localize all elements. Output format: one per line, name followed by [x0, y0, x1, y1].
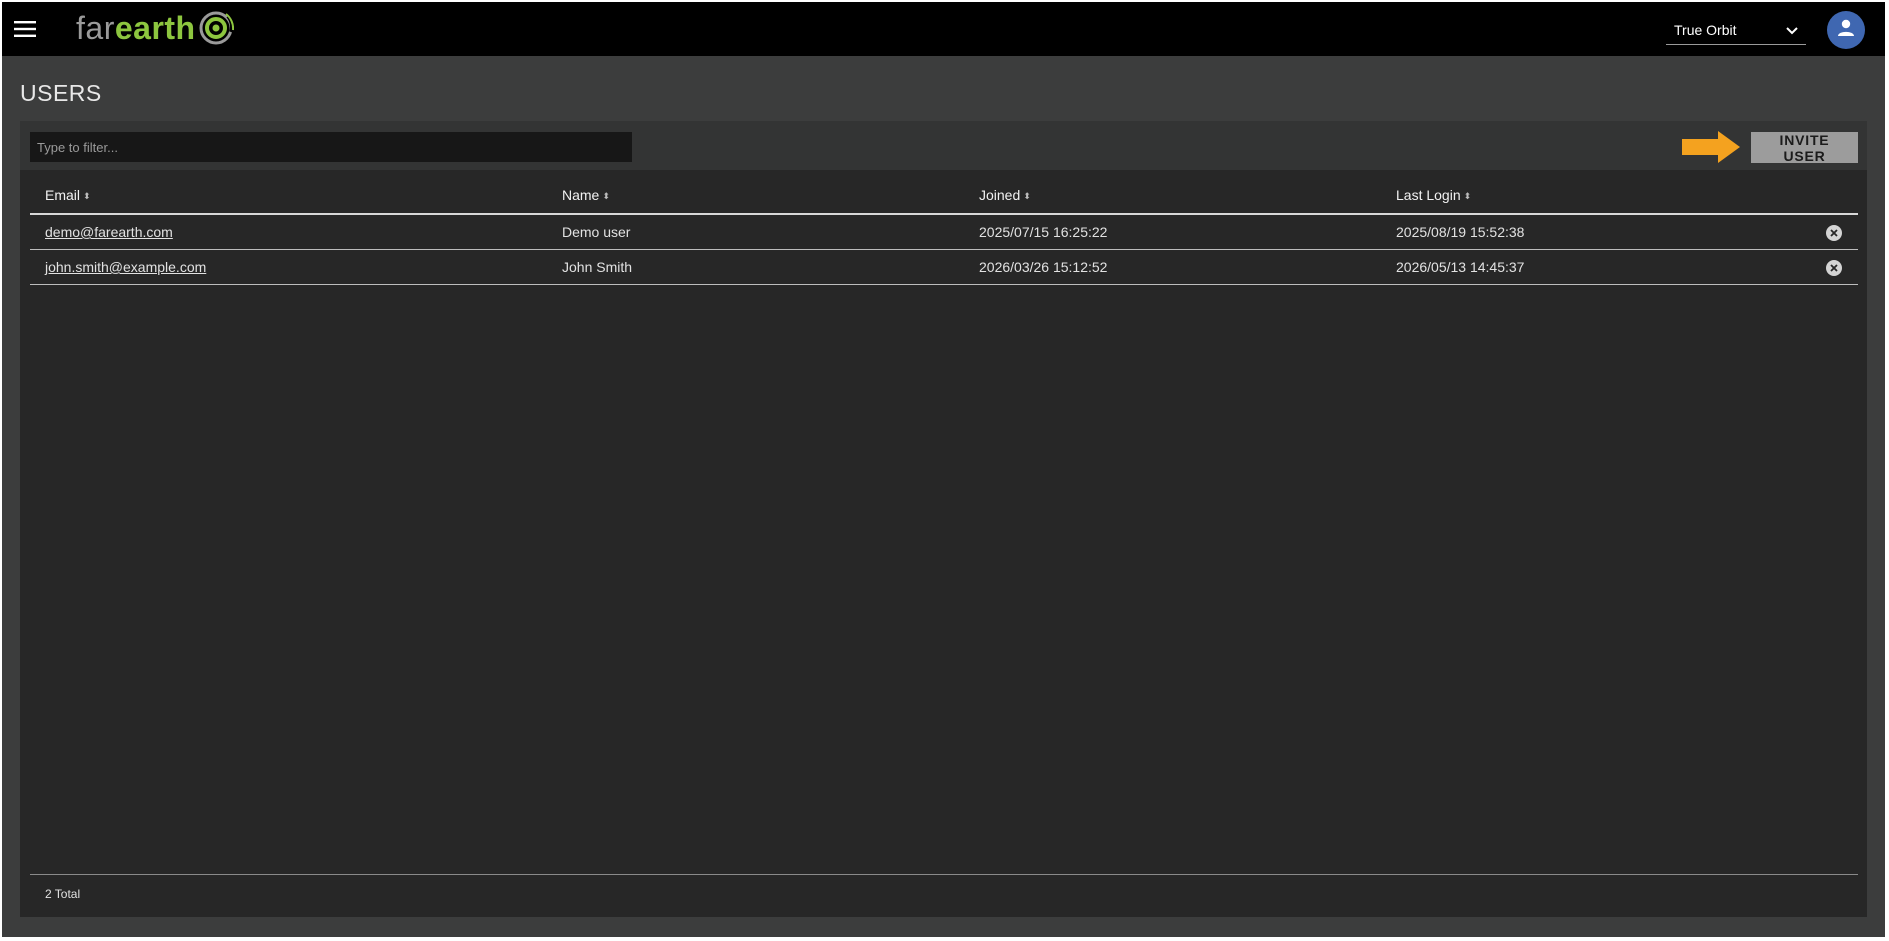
sort-icon: ⬍: [83, 191, 91, 202]
users-panel: INVITE USER Email⬍ Name⬍ Joined⬍ Last Lo…: [20, 121, 1867, 917]
user-last-login: 2026/05/13 14:45:37: [1396, 259, 1525, 275]
users-toolbar: INVITE USER: [20, 121, 1867, 170]
column-header-label: Joined: [979, 187, 1021, 203]
organization-select[interactable]: True Orbit: [1666, 15, 1806, 45]
remove-user-icon[interactable]: [1826, 260, 1842, 276]
column-header-last-login[interactable]: Last Login ⬍: [1396, 187, 1471, 203]
user-avatar-button[interactable]: [1827, 11, 1865, 49]
chevron-down-icon: [1786, 22, 1798, 38]
table-footer: 2 Total: [30, 874, 1858, 917]
arrow-right-icon: [1680, 129, 1742, 165]
filter-input[interactable]: [30, 132, 632, 162]
column-header-joined[interactable]: Joined ⬍: [979, 187, 1031, 203]
column-header-label: Last Login: [1396, 187, 1461, 203]
table-row: john.smith@example.com John Smith 2026/0…: [30, 250, 1858, 285]
column-header-name[interactable]: Name ⬍: [562, 187, 610, 203]
app-frame: far earth True Orbit USERS Type to filte…: [2, 2, 1885, 937]
column-header-label: Email: [45, 187, 81, 203]
invite-user-button[interactable]: INVITE USER: [1751, 132, 1858, 164]
column-header-label: Name: [562, 187, 600, 203]
table-header: Email ⬍ Name ⬍ Joined ⬍ Last Login ⬍: [30, 181, 1858, 215]
menu-icon[interactable]: [14, 21, 36, 37]
sort-icon: ⬍: [602, 191, 610, 202]
sort-icon: ⬍: [1463, 191, 1472, 202]
column-header-email[interactable]: Email ⬍: [45, 187, 91, 203]
user-icon: [1836, 18, 1856, 43]
farearth-logo[interactable]: far earth: [76, 8, 234, 48]
orbit-logo-icon: [198, 10, 234, 51]
user-email-link[interactable]: john.smith@example.com: [45, 259, 206, 275]
user-name: Demo user: [562, 224, 631, 240]
top-bar: far earth True Orbit: [2, 2, 1885, 56]
user-joined: 2026/03/26 15:12:52: [979, 259, 1108, 275]
total-count: 2 Total: [45, 887, 81, 901]
user-last-login: 2025/08/19 15:52:38: [1396, 224, 1525, 240]
remove-user-icon[interactable]: [1826, 225, 1842, 241]
organization-select-value: True Orbit: [1674, 21, 1737, 38]
sort-icon: ⬍: [1023, 191, 1031, 202]
user-joined: 2025/07/15 16:25:22: [979, 224, 1108, 240]
table-row: demo@farearth.com Demo user 2025/07/15 1…: [30, 215, 1858, 250]
user-email-link[interactable]: demo@farearth.com: [45, 224, 173, 240]
page-title: USERS: [20, 80, 102, 106]
logo-earth-text: earth: [114, 9, 196, 46]
user-name: John Smith: [562, 259, 633, 275]
logo-far-text: far: [76, 9, 115, 46]
